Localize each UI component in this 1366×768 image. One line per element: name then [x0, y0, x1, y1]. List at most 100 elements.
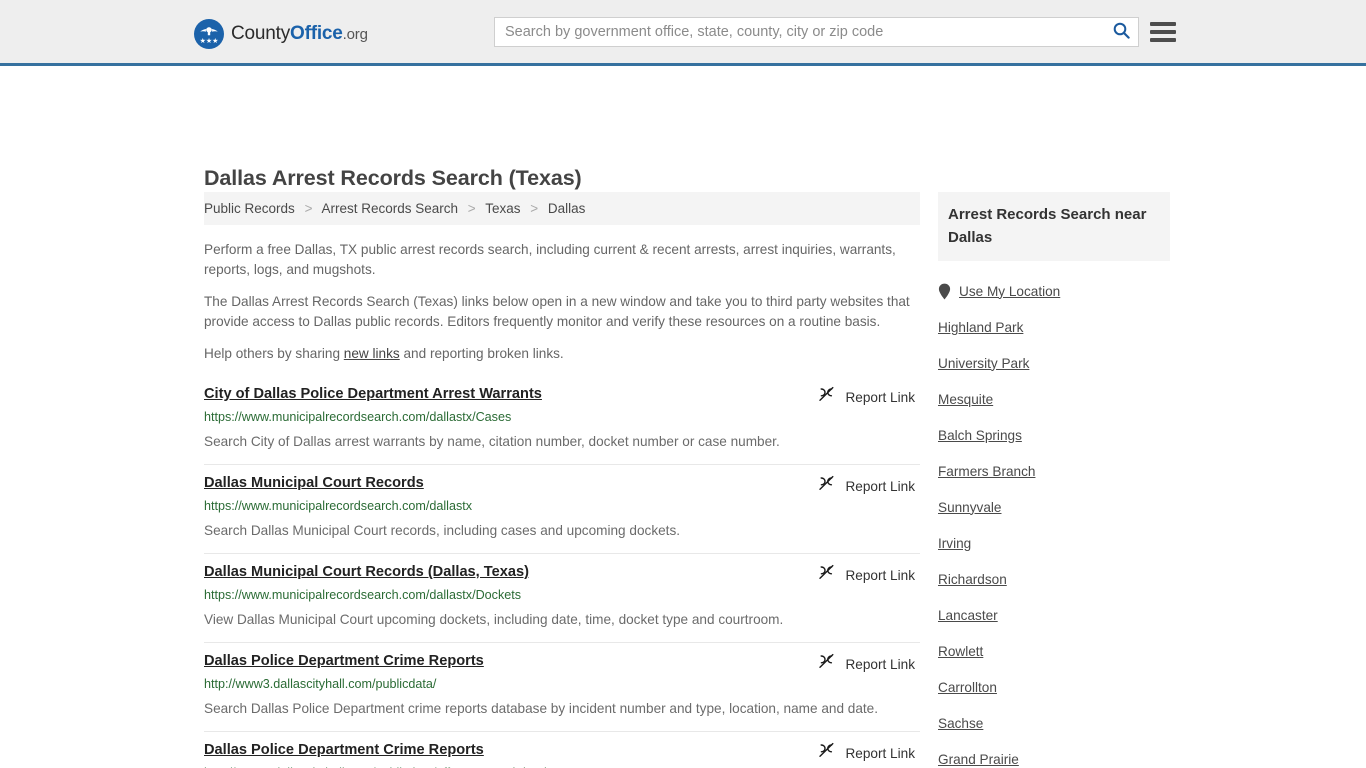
search-bar[interactable] [494, 17, 1139, 47]
result-title-link[interactable]: Dallas Police Department Crime Reports [204, 742, 484, 758]
sidebar-link-label[interactable]: University Park [938, 356, 1029, 371]
sidebar-heading-box: Arrest Records Search near Dallas [938, 192, 1170, 261]
sidebar-link-label[interactable]: Farmers Branch [938, 464, 1035, 479]
result-description: Search Dallas Police Department crime re… [204, 701, 879, 716]
report-link-button[interactable]: Report Link [818, 386, 915, 408]
broken-link-icon [818, 742, 835, 764]
result-item: City of Dallas Police Department Arrest … [204, 380, 920, 464]
sidebar-item-sunnyvale[interactable]: Sunnyvale [938, 489, 1170, 525]
sidebar-link-label[interactable]: Carrollton [938, 680, 997, 695]
page-title: Dallas Arrest Records Search (Texas) [204, 166, 582, 191]
sidebar-link-label[interactable]: Highland Park [938, 320, 1023, 335]
search-button[interactable] [1104, 18, 1138, 46]
report-link-button[interactable]: Report Link [818, 475, 915, 497]
result-url[interactable]: https://www.municipalrecordsearch.com/da… [204, 498, 920, 514]
breadcrumb-separator: > [304, 201, 313, 216]
sidebar-link-label[interactable]: Mesquite [938, 392, 993, 407]
sidebar-link-label[interactable]: Balch Springs [938, 428, 1022, 443]
broken-link-icon [818, 653, 835, 675]
breadcrumb-item-texas[interactable]: Texas [485, 201, 520, 216]
sidebar-item-richardson[interactable]: Richardson [938, 561, 1170, 597]
stars-icon: ★★★ [199, 38, 219, 45]
report-link-button[interactable]: Report Link [818, 742, 915, 764]
sidebar-link-label[interactable]: Use My Location [959, 284, 1060, 299]
result-title-link[interactable]: Dallas Police Department Crime Reports [204, 653, 484, 669]
intro-text: Perform a free Dallas, TX public arrest … [204, 240, 920, 364]
broken-link-icon [818, 564, 835, 586]
sidebar-item-sachse[interactable]: Sachse [938, 705, 1170, 741]
menu-bar-2 [1150, 30, 1176, 34]
result-item: Dallas Municipal Court Records (Dallas, … [204, 553, 920, 642]
result-description: Search City of Dallas arrest warrants by… [204, 434, 780, 449]
intro-p3-before: Help others by sharing [204, 346, 344, 361]
logo-text-county: County [231, 23, 291, 44]
breadcrumb-separator: > [530, 201, 539, 216]
menu-bar-1 [1150, 22, 1176, 26]
breadcrumb-item-arrest-records-search[interactable]: Arrest Records Search [321, 201, 458, 216]
broken-link-icon [818, 386, 835, 408]
sidebar-link-label[interactable]: Sachse [938, 716, 983, 731]
main-content: Public Records > Arrest Records Search >… [204, 192, 920, 768]
intro-paragraph-2: The Dallas Arrest Records Search (Texas)… [204, 294, 910, 329]
sidebar-item-lancaster[interactable]: Lancaster [938, 597, 1170, 633]
result-url[interactable]: http://www3.dallascityhall.com/publicdat… [204, 676, 920, 692]
sidebar-item-university-park[interactable]: University Park [938, 345, 1170, 381]
intro-p3-after: and reporting broken links. [399, 346, 564, 361]
broken-link-icon [818, 475, 835, 497]
sidebar-item-balch-springs[interactable]: Balch Springs [938, 417, 1170, 453]
sidebar-nearby-list: Use My Location Highland Park University… [938, 273, 1170, 768]
eagle-seal-logo-icon: ★★★ [194, 19, 224, 49]
menu-bar-3 [1150, 38, 1176, 42]
sidebar-link-label[interactable]: Grand Prairie [938, 752, 1019, 767]
hamburger-menu-icon[interactable] [1150, 19, 1176, 45]
sidebar-link-label[interactable]: Sunnyvale [938, 500, 1001, 515]
result-item: Dallas Police Department Crime Reports h… [204, 731, 920, 768]
sidebar-item-irving[interactable]: Irving [938, 525, 1170, 561]
sidebar-item-mesquite[interactable]: Mesquite [938, 381, 1170, 417]
breadcrumb-item-dallas[interactable]: Dallas [548, 201, 586, 216]
breadcrumb-item-public-records[interactable]: Public Records [204, 201, 295, 216]
sidebar-item-grand-prairie[interactable]: Grand Prairie [938, 741, 1170, 768]
sidebar-link-label[interactable]: Richardson [938, 572, 1007, 587]
sidebar-item-highland-park[interactable]: Highland Park [938, 309, 1170, 345]
sidebar-item-rowlett[interactable]: Rowlett [938, 633, 1170, 669]
logo-text-office: Office [290, 23, 343, 44]
results-list: City of Dallas Police Department Arrest … [204, 380, 920, 768]
intro-paragraph-3: Help others by sharing new links and rep… [204, 344, 920, 364]
sidebar-link-label[interactable]: Irving [938, 536, 971, 551]
search-icon [1113, 22, 1130, 42]
report-link-button[interactable]: Report Link [818, 653, 915, 675]
sidebar-item-farmers-branch[interactable]: Farmers Branch [938, 453, 1170, 489]
site-logo[interactable]: ★★★ CountyOffice.org [194, 19, 368, 49]
breadcrumb: Public Records > Arrest Records Search >… [204, 192, 920, 225]
map-pin-icon [938, 283, 951, 300]
result-description: Search Dallas Municipal Court records, i… [204, 523, 681, 538]
intro-paragraph-1: Perform a free Dallas, TX public arrest … [204, 242, 896, 277]
result-title-link[interactable]: City of Dallas Police Department Arrest … [204, 386, 542, 402]
logo-wordmark: CountyOffice.org [231, 23, 368, 45]
report-link-label: Report Link [845, 389, 915, 405]
report-link-button[interactable]: Report Link [818, 564, 915, 586]
search-input[interactable] [495, 18, 1104, 46]
sidebar-link-label[interactable]: Lancaster [938, 608, 998, 623]
result-title-link[interactable]: Dallas Municipal Court Records [204, 475, 424, 491]
report-link-label: Report Link [845, 656, 915, 672]
report-link-label: Report Link [845, 745, 915, 761]
report-link-label: Report Link [845, 478, 915, 494]
result-url[interactable]: https://www.municipalrecordsearch.com/da… [204, 587, 920, 603]
sidebar-item-carrollton[interactable]: Carrollton [938, 669, 1170, 705]
sidebar-link-label[interactable]: Rowlett [938, 644, 983, 659]
sidebar-heading: Arrest Records Search near Dallas [948, 206, 1147, 246]
result-title-link[interactable]: Dallas Municipal Court Records (Dallas, … [204, 564, 529, 580]
result-description: View Dallas Municipal Court upcoming doc… [204, 612, 784, 627]
result-item: Dallas Municipal Court Records https://w… [204, 464, 920, 553]
sidebar-item-use-my-location[interactable]: Use My Location [938, 273, 1170, 309]
site-header: ★★★ CountyOffice.org [0, 0, 1366, 66]
breadcrumb-separator: > [467, 201, 476, 216]
sidebar: Arrest Records Search near Dallas Use My… [938, 192, 1170, 768]
logo-text-org: .org [342, 26, 368, 43]
report-link-label: Report Link [845, 567, 915, 583]
result-item: Dallas Police Department Crime Reports h… [204, 642, 920, 731]
result-url[interactable]: https://www.municipalrecordsearch.com/da… [204, 409, 920, 425]
new-links-link[interactable]: new links [344, 346, 400, 361]
